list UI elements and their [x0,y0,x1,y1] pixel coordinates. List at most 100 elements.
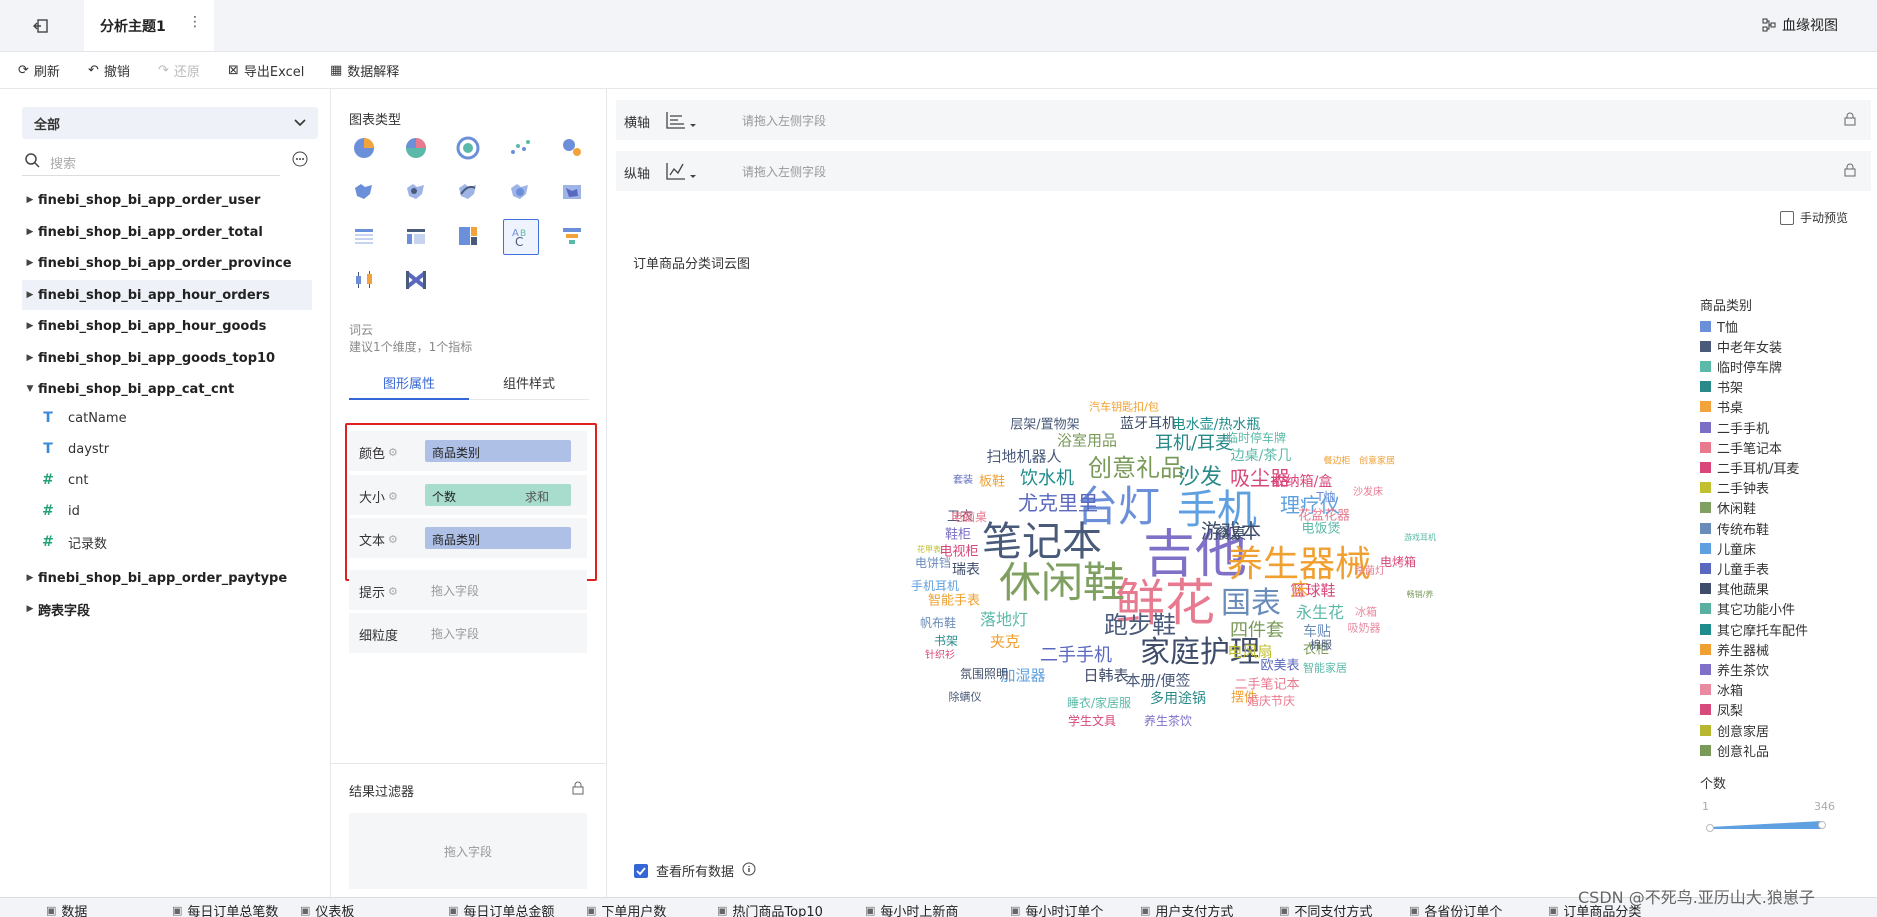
word-cloud-word[interactable]: 日韩表 [1083,668,1128,684]
legend-item[interactable]: 创意礼品 [1700,741,1769,760]
word-cloud-word[interactable]: 汽车钥匙扣/包 [1089,402,1159,413]
word-cloud-icon[interactable]: ABC [503,219,539,255]
table-item[interactable]: ▶ finebi_shop_bi_app_hour_goods [22,311,312,341]
data-explain-button[interactable]: ▦ 数据解释 [330,61,399,80]
gear-icon[interactable]: ⚙ [388,585,398,598]
legend-item[interactable]: T恤 [1700,317,1738,336]
legend-item[interactable]: 书桌 [1700,398,1743,416]
field-item[interactable]: # 记录数 [40,527,107,557]
word-cloud-word[interactable]: 游戏耳机 [1404,534,1436,542]
heat-map-icon[interactable] [503,175,537,209]
word-cloud-word[interactable]: 花盆花器 [1298,510,1350,523]
scatter-chart-icon[interactable] [503,131,537,165]
view-all-data-toggle[interactable]: 查看所有数据 [634,861,756,880]
word-cloud-word[interactable]: 多用途锅 [1150,692,1206,706]
y-axis-dropzone[interactable]: 纵轴 请拖入左侧字段 [616,151,1871,191]
word-cloud-word[interactable]: 智能手表 [928,595,980,608]
word-cloud-word[interactable]: 落地灯 [980,612,1028,628]
word-cloud-word[interactable]: 花甲表 [917,546,941,554]
legend-item[interactable]: 养生茶饮 [1700,660,1769,679]
funnel-chart-icon[interactable] [555,219,589,253]
sheet-tab[interactable]: ▣ 每日订单总金额 [448,901,554,917]
scope-select[interactable]: 全部 [22,107,318,139]
map-chart-icon[interactable] [347,175,381,209]
sheet-tab[interactable]: ▣ 每小时订单个 [1010,901,1103,917]
search-input[interactable]: 搜索 [22,149,280,176]
size-range-slider[interactable] [1706,818,1826,832]
tab-component-style[interactable]: 组件样式 [469,367,589,398]
word-cloud-word[interactable]: 耳机/耳麦 [1155,435,1233,453]
word-cloud-word[interactable]: 棉服 [1310,640,1332,651]
word-cloud-word[interactable]: 电饭煲 [1301,523,1340,536]
checkbox[interactable] [1780,210,1794,225]
word-cloud-word[interactable]: 跑步鞋 [1104,613,1176,637]
export-excel-button[interactable]: ⊠ 导出Excel [228,61,304,80]
word-cloud-word[interactable]: 帆布鞋 [920,617,956,629]
word-cloud-word[interactable]: 养生器械 [1227,547,1371,583]
lock-icon[interactable] [1843,112,1857,130]
more-icon[interactable]: ⋮ [188,14,202,30]
word-cloud-word[interactable]: 除螨仪 [949,692,982,703]
result-filter-dropzone[interactable]: 拖入字段 [349,813,587,889]
legend-item[interactable]: 儿童手表 [1700,559,1769,578]
bubble-chart-icon[interactable] [555,131,589,165]
sheet-tab[interactable]: ▣ 每小时上新商 [865,901,958,917]
word-cloud-word[interactable]: 电烤箱 [1380,556,1416,568]
word-cloud-word[interactable]: 吸奶器 [1348,623,1381,634]
axis-type-icon[interactable] [664,108,698,136]
table-item[interactable]: ▶ finebi_shop_bi_app_order_paytype [22,563,312,593]
legend-item[interactable]: 儿童床 [1700,539,1756,558]
word-cloud-word[interactable]: 鞋柜 [945,529,971,542]
legend-item[interactable]: 养生器械 [1700,640,1769,659]
boxplot-chart-icon[interactable] [347,263,381,297]
word-cloud-word[interactable]: 饮水机 [1020,470,1074,488]
pie-chart-icon[interactable] [347,131,381,165]
cross-table-icon[interactable] [399,219,433,253]
sankey-chart-icon[interactable] [399,263,433,297]
legend-item[interactable]: 创意家居 [1700,721,1769,740]
lock-icon[interactable] [571,781,585,799]
sheet-tab[interactable]: ▣ 数据 [46,901,87,917]
table-chart-icon[interactable] [347,219,381,253]
redo-button[interactable]: ↷ 还原 [158,61,200,80]
word-cloud-word[interactable]: 智能家居 [1303,663,1347,674]
sheet-tab[interactable]: ▣ 各省份订单个 [1409,901,1502,917]
point-map-icon[interactable] [399,175,433,209]
word-cloud-word[interactable]: 针织衫 [925,651,955,661]
sunburst-chart-icon[interactable] [451,131,485,165]
legend-item[interactable]: 传统布鞋 [1700,519,1769,538]
word-cloud-word[interactable]: 氛围照明 [960,668,1008,680]
word-cloud-word[interactable]: 扫地机器人 [986,449,1061,465]
word-cloud-word[interactable]: 套装 [953,476,973,486]
word-cloud-word[interactable]: 餐边柜 [1323,457,1350,467]
refresh-button[interactable]: ⟳ 刷新 [18,61,60,80]
word-cloud-word[interactable]: 浴室用品 [1057,433,1117,449]
table-item[interactable]: ▶ finebi_shop_bi_app_hour_orders [22,280,312,310]
legend-item[interactable]: 凤梨 [1700,701,1743,719]
word-cloud-word[interactable]: 书架 [934,635,958,647]
word-cloud-word[interactable]: 冰箱 [1355,607,1377,618]
word-cloud-word[interactable]: 二手手机 [1040,647,1112,665]
word-cloud-word[interactable]: 四件套 [1230,622,1284,640]
treemap-chart-icon[interactable] [451,219,485,253]
word-cloud-word[interactable]: T恤 [1316,491,1335,503]
table-item[interactable]: ▶ finebi_shop_bi_app_goods_top10 [22,343,312,373]
word-cloud-word[interactable]: 本册/便签 [1125,673,1190,689]
x-axis-dropzone[interactable]: 横轴 请拖入左侧字段 [616,100,1871,140]
table-item[interactable]: ▶ finebi_shop_bi_app_order_user [22,185,312,215]
word-cloud-word[interactable]: 板鞋 [979,476,1005,489]
word-cloud-word[interactable]: 创意家居 [1359,457,1395,467]
tooltip-row[interactable]: 提示 ⚙ 拖入字段 [349,570,587,610]
manual-preview-toggle[interactable]: 手动预览 [1780,209,1848,226]
info-icon[interactable] [742,862,756,880]
word-cloud-word[interactable]: 沙发 [1178,467,1222,489]
word-cloud-word[interactable]: 电脑桌 [951,511,987,523]
sheet-tab[interactable]: ▣ 下单用户数 [586,901,666,917]
back-icon[interactable] [30,15,52,37]
word-cloud-word[interactable]: 睡衣/家居服 [1067,697,1131,709]
granularity-row[interactable]: 细粒度 拖入字段 [349,613,587,653]
flow-map-icon[interactable] [451,175,485,209]
legend-item[interactable]: 二手手机 [1700,418,1769,437]
legend-item[interactable]: 临时停车牌 [1700,357,1782,376]
word-cloud-word[interactable]: 手机耳机 [911,580,959,592]
